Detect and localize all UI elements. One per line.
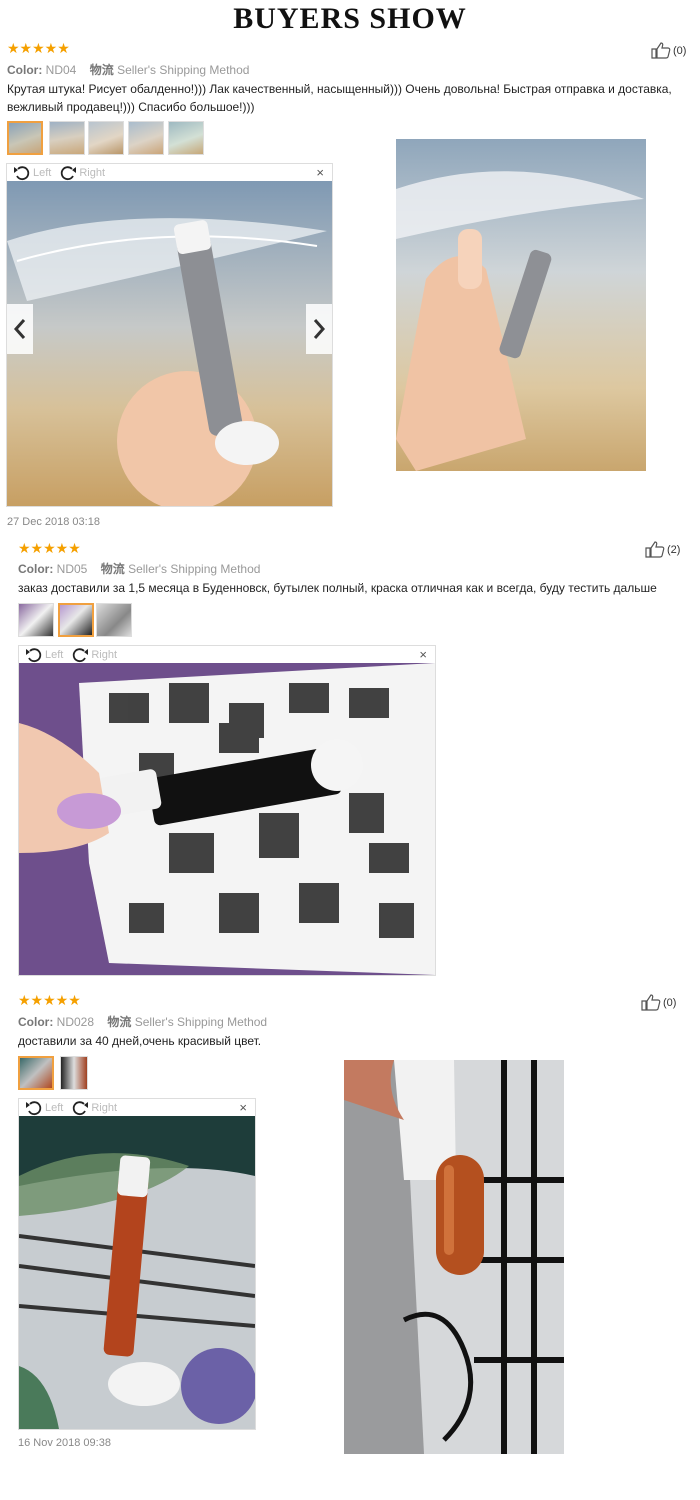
rotate-right-button[interactable]: Right bbox=[59, 165, 105, 181]
rotate-right-icon bbox=[73, 647, 89, 662]
rotate-right-button[interactable]: Right bbox=[71, 647, 117, 663]
color-label: Color: bbox=[7, 63, 43, 77]
image-viewer: Left Right × bbox=[18, 1098, 256, 1430]
viewer-toolbar: Left Right × bbox=[7, 164, 332, 181]
color-value: ND05 bbox=[56, 562, 88, 576]
like-button[interactable]: (0) bbox=[641, 994, 676, 1011]
like-button[interactable]: (0) bbox=[651, 42, 686, 59]
rotate-left-button[interactable]: Left bbox=[13, 165, 51, 181]
review-photo-large bbox=[396, 139, 646, 471]
close-icon[interactable]: × bbox=[419, 647, 427, 662]
image-viewer: Left Right × bbox=[18, 645, 436, 976]
rotate-right-icon bbox=[61, 165, 77, 180]
review-thumbnail[interactable] bbox=[18, 603, 54, 637]
shipping-label: 物流 bbox=[89, 63, 114, 77]
color-value: ND04 bbox=[45, 63, 77, 77]
review-photo bbox=[19, 1116, 255, 1429]
rotate-right-button[interactable]: Right bbox=[71, 1100, 117, 1116]
chevron-left-icon bbox=[13, 319, 26, 339]
rotate-right-label: Right bbox=[91, 1101, 118, 1114]
review-thumbnail[interactable] bbox=[128, 121, 164, 155]
rotate-left-icon bbox=[26, 647, 42, 662]
color-value: ND028 bbox=[56, 1015, 95, 1029]
like-button[interactable]: (2) bbox=[645, 541, 680, 558]
review-thumbnail[interactable] bbox=[18, 1056, 54, 1090]
close-icon[interactable]: × bbox=[316, 165, 324, 180]
review-meta: Color: ND05 物流 Seller's Shipping Method bbox=[18, 560, 260, 577]
review-thumbnail[interactable] bbox=[96, 603, 132, 637]
thumbs-up-icon bbox=[645, 541, 665, 558]
rating-stars: ★★★★★ bbox=[18, 540, 81, 556]
review-meta: Color: ND028 物流 Seller's Shipping Method bbox=[18, 1013, 267, 1030]
review-thumbnail[interactable] bbox=[7, 121, 43, 155]
review-photo-large bbox=[344, 1060, 564, 1454]
prev-image-button[interactable] bbox=[7, 304, 33, 354]
viewer-toolbar: Left Right × bbox=[19, 1099, 255, 1116]
like-count: (0) bbox=[663, 996, 677, 1009]
review-photo bbox=[19, 663, 435, 975]
review-date: 27 Dec 2018 03:18 bbox=[7, 516, 100, 528]
rotate-left-button[interactable]: Left bbox=[25, 1100, 63, 1116]
close-icon[interactable]: × bbox=[239, 1100, 247, 1115]
review-photo bbox=[7, 181, 332, 506]
review-thumbnail[interactable] bbox=[168, 121, 204, 155]
rotate-right-label: Right bbox=[91, 648, 118, 661]
rotate-left-icon bbox=[14, 165, 30, 180]
page-title: BUYERS SHOW bbox=[233, 2, 467, 35]
shipping-label: 物流 bbox=[107, 1015, 132, 1029]
review-date: 16 Nov 2018 09:38 bbox=[18, 1437, 111, 1449]
shipping-value: Seller's Shipping Method bbox=[128, 562, 261, 576]
review-meta: Color: ND04 物流 Seller's Shipping Method bbox=[7, 61, 249, 78]
color-label: Color: bbox=[18, 1015, 54, 1029]
like-count: (2) bbox=[667, 543, 681, 556]
rotate-left-label: Left bbox=[45, 1101, 64, 1114]
review-thumbnail[interactable] bbox=[58, 603, 94, 637]
rotate-left-button[interactable]: Left bbox=[25, 647, 63, 663]
shipping-value: Seller's Shipping Method bbox=[117, 63, 250, 77]
rotate-left-label: Left bbox=[33, 166, 52, 179]
image-viewer: Left Right × bbox=[6, 163, 333, 507]
rating-stars: ★★★★★ bbox=[7, 40, 70, 56]
review-text: Крутая штука! Рисует обалденно!))) Лак к… bbox=[7, 82, 672, 114]
rating-stars: ★★★★★ bbox=[18, 992, 81, 1008]
review-text: заказ доставили за 1,5 месяца в Буденнов… bbox=[18, 581, 657, 595]
rotate-right-icon bbox=[73, 1100, 89, 1115]
review-text: доставили за 40 дней,очень красивый цвет… bbox=[18, 1034, 262, 1048]
viewer-toolbar: Left Right × bbox=[19, 646, 435, 663]
shipping-label: 物流 bbox=[100, 562, 125, 576]
rotate-right-label: Right bbox=[79, 166, 106, 179]
rotate-left-icon bbox=[26, 1100, 42, 1115]
review-thumbnail[interactable] bbox=[88, 121, 124, 155]
review-thumbnail[interactable] bbox=[49, 121, 85, 155]
like-count: (0) bbox=[673, 44, 687, 57]
rotate-left-label: Left bbox=[45, 648, 64, 661]
review-thumbnail[interactable] bbox=[60, 1056, 88, 1090]
chevron-right-icon bbox=[313, 319, 326, 339]
shipping-value: Seller's Shipping Method bbox=[134, 1015, 268, 1029]
color-label: Color: bbox=[18, 562, 54, 576]
next-image-button[interactable] bbox=[306, 304, 332, 354]
thumbs-up-icon bbox=[651, 42, 671, 59]
thumbs-up-icon bbox=[641, 994, 661, 1011]
